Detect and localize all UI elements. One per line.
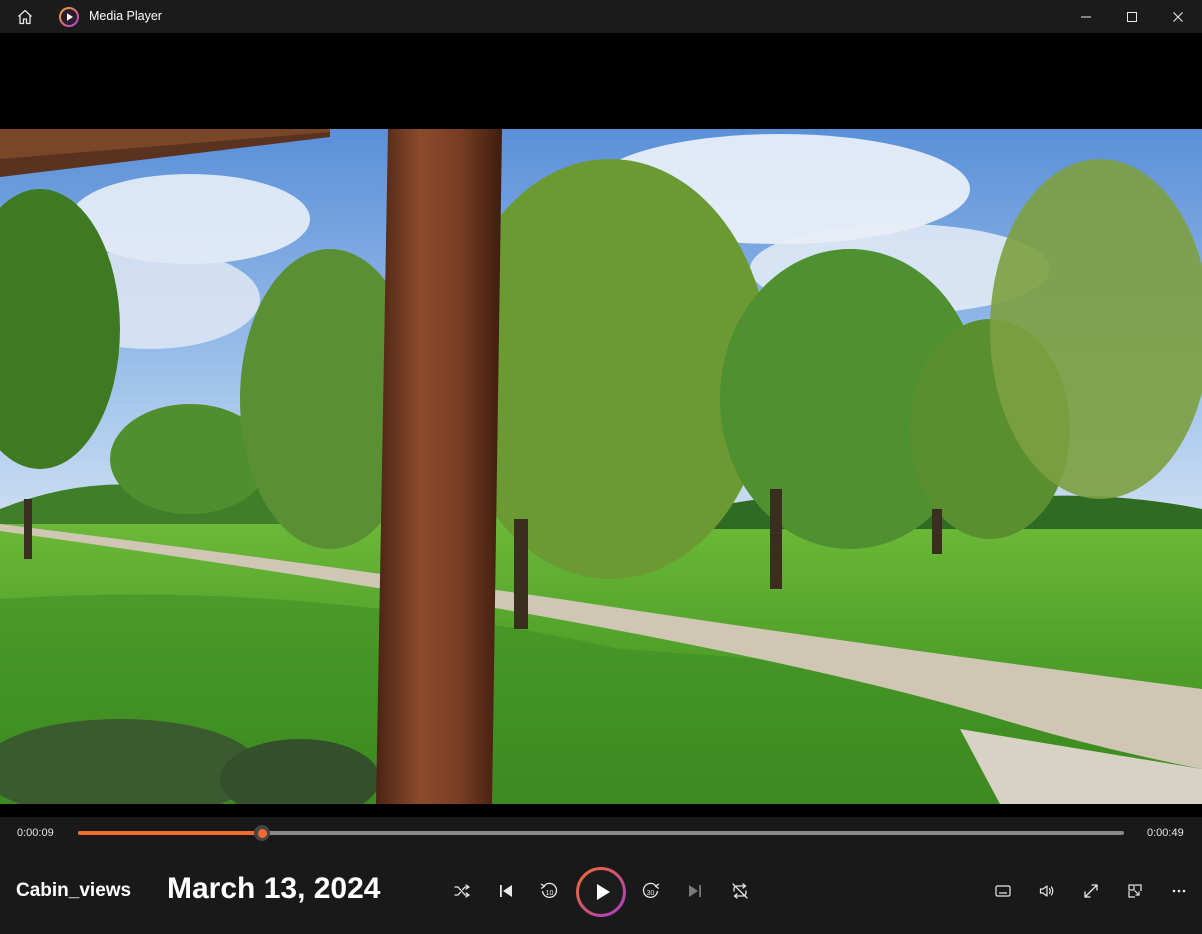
close-icon: [1173, 11, 1183, 22]
rewind-10-icon: 10: [540, 882, 558, 899]
seek-progress: [78, 831, 263, 835]
skip-previous-icon: [500, 885, 512, 897]
close-button[interactable]: [1155, 0, 1201, 33]
media-title: Cabin_views: [16, 880, 132, 901]
play-icon: [597, 884, 610, 900]
playback-controls: 0:00:09 0:00:49 Cabin_views March 13, 20…: [0, 817, 1202, 934]
forward-button[interactable]: 30: [633, 873, 669, 909]
window-title: Media Player: [89, 9, 162, 23]
more-options-button[interactable]: [1161, 873, 1197, 909]
video-area[interactable]: [0, 33, 1202, 817]
seek-thumb[interactable]: [254, 825, 271, 841]
forward-30-icon: 30: [642, 882, 660, 899]
captions-button[interactable]: [985, 873, 1021, 909]
home-button[interactable]: [11, 4, 39, 30]
minimize-button[interactable]: [1063, 0, 1109, 33]
previous-button[interactable]: [488, 873, 524, 909]
maximize-icon: [1127, 11, 1137, 22]
captions-icon: [995, 885, 1011, 897]
minimize-icon: [1081, 16, 1091, 17]
title-bar: Media Player: [0, 0, 1202, 33]
app-logo: [58, 6, 80, 28]
volume-icon: [1039, 885, 1054, 897]
repeat-button[interactable]: [722, 873, 758, 909]
more-options-icon: [1172, 889, 1186, 893]
rewind-button[interactable]: 10: [531, 873, 567, 909]
skip-next-icon: [689, 885, 701, 897]
shuffle-icon: [454, 884, 470, 898]
current-time: 0:00:09: [17, 827, 54, 839]
mini-player-button[interactable]: [1117, 873, 1153, 909]
media-player-app-icon: [59, 7, 79, 27]
svg-text:30: 30: [647, 890, 655, 897]
fullscreen-icon: [1084, 884, 1098, 898]
svg-text:10: 10: [546, 890, 554, 897]
seek-bar[interactable]: [78, 825, 1124, 841]
play-button[interactable]: [575, 866, 627, 918]
video-frame[interactable]: [0, 129, 1202, 804]
shuffle-button[interactable]: [444, 873, 480, 909]
repeat-off-icon: [732, 883, 748, 899]
media-subtitle: March 13, 2024: [167, 872, 381, 905]
video-scene: [0, 129, 1202, 804]
next-button[interactable]: [677, 873, 713, 909]
mini-player-icon: [1128, 884, 1142, 898]
maximize-button[interactable]: [1109, 0, 1155, 33]
fullscreen-button[interactable]: [1073, 873, 1109, 909]
home-icon: [18, 9, 32, 25]
total-time: 0:00:49: [1147, 827, 1184, 839]
volume-button[interactable]: [1029, 873, 1065, 909]
